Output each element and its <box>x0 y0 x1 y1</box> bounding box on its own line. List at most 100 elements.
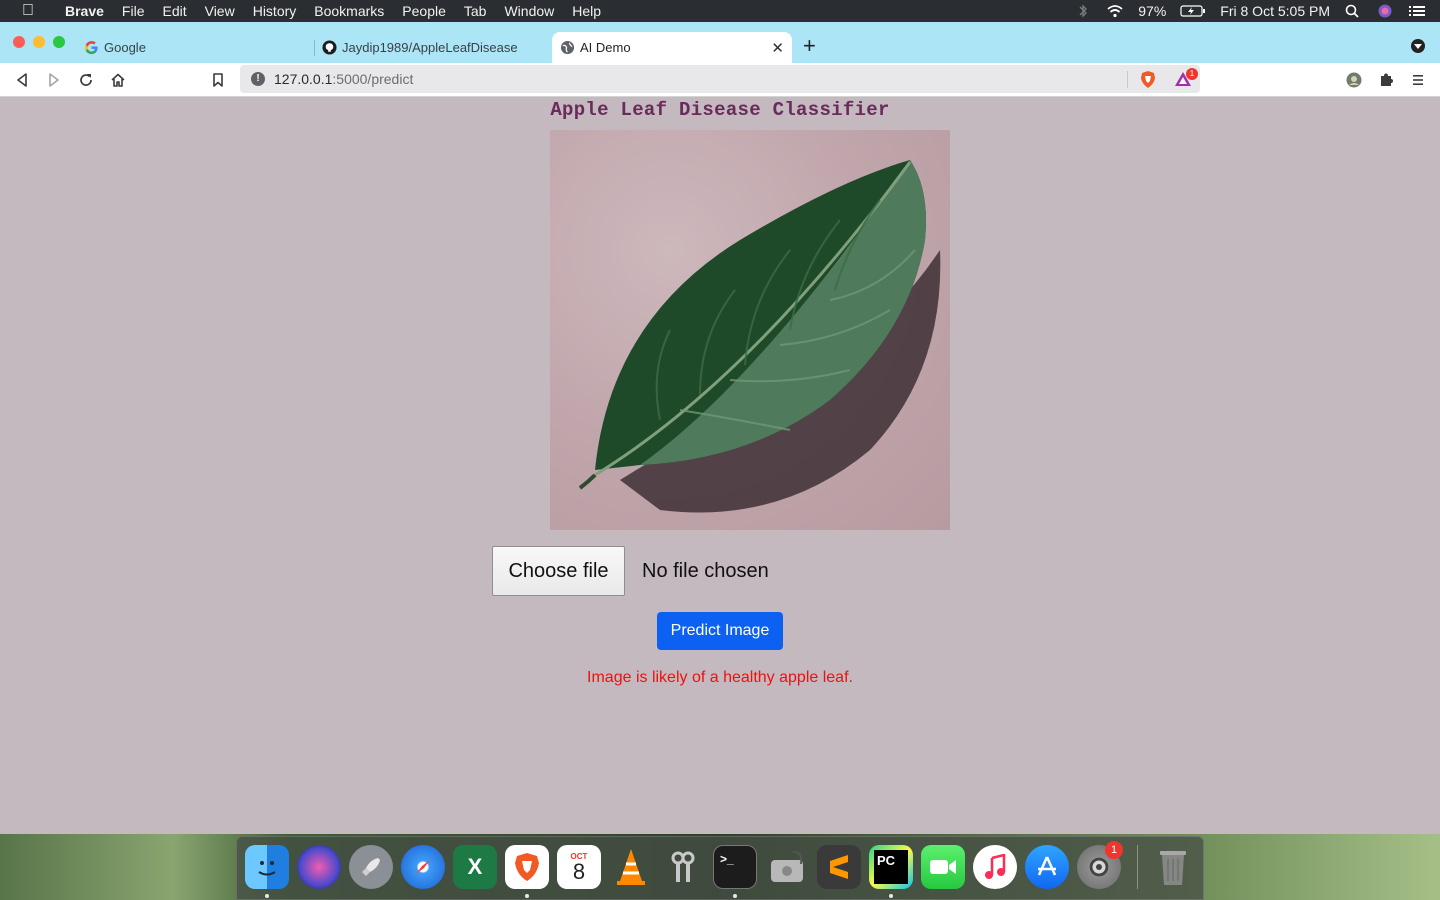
reload-icon <box>80 74 92 86</box>
running-indicator <box>265 894 269 898</box>
siri-icon[interactable] <box>297 845 341 889</box>
finder-icon[interactable] <box>245 845 289 889</box>
home-icon <box>111 73 125 87</box>
url-host: 127.0.0.1 <box>274 71 333 87</box>
sublime-s-icon <box>830 855 848 879</box>
predict-image-button[interactable]: Predict Image <box>657 612 783 650</box>
zoom-window-button[interactable] <box>53 36 65 48</box>
address-divider <box>1127 71 1128 88</box>
back-arrow-icon <box>17 73 27 87</box>
notification-center-icon[interactable] <box>1408 4 1426 18</box>
tab-github[interactable]: Jaydip1989/AppleLeafDisease <box>314 32 550 63</box>
apple-menu-icon[interactable]:  <box>0 2 56 20</box>
page-title: Apple Leaf Disease Classifier <box>550 99 890 121</box>
music-icon[interactable] <box>973 845 1017 889</box>
tab-strip: Google Jaydip1989/AppleLeafDisease AI De… <box>0 22 1440 63</box>
menu-bookmarks[interactable]: Bookmarks <box>305 3 393 19</box>
menu-view[interactable]: View <box>196 3 244 19</box>
traffic-cone-icon <box>617 849 645 885</box>
calendar-day: 8 <box>572 858 586 884</box>
menu-edit[interactable]: Edit <box>153 3 195 19</box>
tab-ai-demo[interactable]: AI Demo ✕ <box>552 32 792 63</box>
app-store-a-icon <box>1037 856 1057 876</box>
profile-avatar-button[interactable] <box>1344 70 1364 90</box>
keys-icon <box>671 851 695 882</box>
spotlight-search-icon[interactable] <box>1344 4 1362 18</box>
menu-file[interactable]: File <box>113 3 154 19</box>
battery-percent: 97% <box>1138 3 1167 19</box>
video-camera-icon <box>930 860 956 874</box>
hamburger-menu-icon <box>1413 75 1423 85</box>
launchpad-icon[interactable] <box>349 845 393 889</box>
running-indicator <box>733 894 737 898</box>
google-icon <box>85 41 98 55</box>
menu-tab[interactable]: Tab <box>455 3 496 19</box>
forward-arrow-icon <box>49 73 59 87</box>
sublime-text-icon[interactable] <box>817 845 861 889</box>
rocket-icon <box>362 858 380 876</box>
facetime-icon[interactable] <box>921 845 965 889</box>
reload-button[interactable] <box>76 70 96 90</box>
address-bar[interactable]: ! 127.0.0.1:5000/predict 1 <box>240 65 1200 93</box>
puzzle-icon <box>1381 73 1393 86</box>
finder-face-icon <box>258 861 276 876</box>
menu-history[interactable]: History <box>244 3 306 19</box>
browser-window: Google Jaydip1989/AppleLeafDisease AI De… <box>0 22 1440 834</box>
wifi-icon[interactable] <box>1106 4 1124 18</box>
excel-icon[interactable]: X <box>453 845 497 889</box>
menu-app-name[interactable]: Brave <box>56 3 113 19</box>
keychain-access-icon[interactable] <box>661 845 705 889</box>
url-path: :5000/predict <box>332 71 414 87</box>
back-button[interactable] <box>12 70 32 90</box>
tab-label: AI Demo <box>580 40 631 55</box>
menu-people[interactable]: People <box>393 3 455 19</box>
safari-icon[interactable] <box>401 845 445 889</box>
siri-icon[interactable] <box>1376 4 1394 18</box>
macos-menubar:  Brave File Edit View History Bookmarks… <box>0 0 1440 22</box>
trash-icon[interactable] <box>1151 845 1195 889</box>
terminal-icon[interactable]: >_ <box>713 845 757 889</box>
pycharm-icon[interactable]: PC <box>869 845 913 889</box>
brave-icon[interactable] <box>505 845 549 889</box>
menu-help[interactable]: Help <box>563 3 610 19</box>
music-note-icon <box>985 854 1006 879</box>
file-status-text: No file chosen <box>642 559 769 582</box>
home-button[interactable] <box>108 70 128 90</box>
globe-icon <box>560 40 575 55</box>
bookmark-button[interactable] <box>208 70 228 90</box>
uploaded-leaf-image <box>550 130 950 530</box>
tab-search-dropdown-icon[interactable] <box>1411 39 1425 53</box>
vlc-icon[interactable] <box>609 845 653 889</box>
dock-separator <box>1137 845 1138 889</box>
address-text[interactable]: 127.0.0.1:5000/predict <box>274 71 413 87</box>
github-icon <box>322 40 337 55</box>
battery-charging-icon[interactable] <box>1180 4 1206 18</box>
trash-can-icon <box>1160 851 1186 885</box>
compass-needle-icon <box>416 860 430 874</box>
stethoscope-disk-icon <box>771 851 803 882</box>
new-tab-button[interactable]: + <box>803 33 816 59</box>
calendar-icon[interactable]: OCT 8 <box>557 845 601 889</box>
file-input[interactable]: Choose file No file chosen <box>492 546 769 596</box>
choose-file-button[interactable]: Choose file <box>492 546 625 596</box>
main-menu-button[interactable] <box>1408 70 1428 90</box>
bookmark-icon <box>213 73 223 87</box>
extensions-button[interactable] <box>1376 70 1396 90</box>
site-info-icon[interactable]: ! <box>251 72 265 86</box>
bluetooth-icon[interactable] <box>1074 4 1092 18</box>
close-window-button[interactable] <box>13 36 25 48</box>
rewards-badge: 1 <box>1186 68 1198 80</box>
minimize-window-button[interactable] <box>33 36 45 48</box>
forward-button[interactable] <box>44 70 64 90</box>
tab-google[interactable]: Google <box>76 32 312 63</box>
menubar-clock[interactable]: Fri 8 Oct 5:05 PM <box>1220 3 1330 19</box>
tab-label: Jaydip1989/AppleLeafDisease <box>342 40 518 55</box>
browser-toolbar: ! 127.0.0.1:5000/predict 1 <box>0 63 1440 97</box>
avatar-icon <box>1346 72 1362 88</box>
brave-shields-icon[interactable] <box>1139 70 1157 89</box>
brave-lion-icon <box>515 853 539 881</box>
disk-utility-icon[interactable] <box>765 845 809 889</box>
close-tab-icon[interactable]: ✕ <box>771 39 784 57</box>
app-store-icon[interactable] <box>1025 845 1069 889</box>
menu-window[interactable]: Window <box>495 3 563 19</box>
